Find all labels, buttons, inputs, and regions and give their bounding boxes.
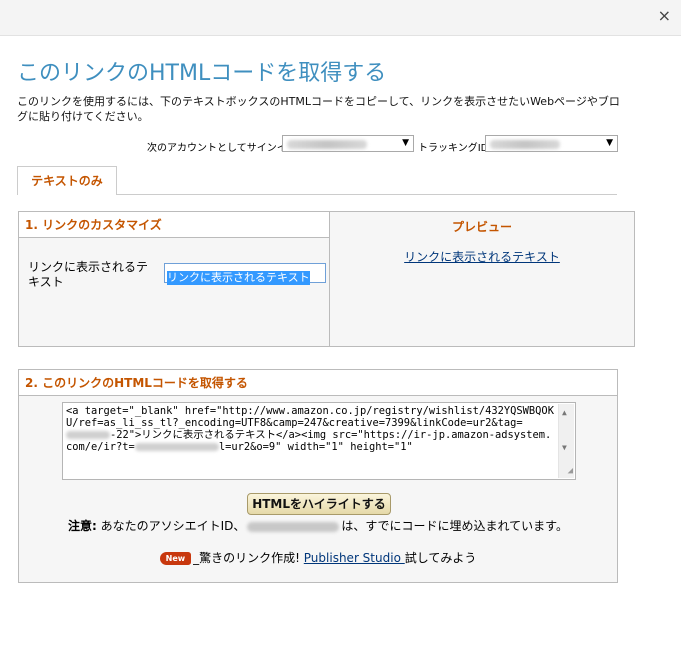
tab-text-only[interactable]: テキストのみ	[17, 166, 117, 195]
tag-redacted	[134, 443, 219, 451]
signin-label: 次のアカウントとしてサインイン	[147, 143, 297, 154]
preview-heading: プレビュー	[451, 220, 512, 234]
tracking-value-redacted	[490, 140, 560, 149]
publisher-studio-link[interactable]: Publisher Studio	[304, 551, 405, 565]
close-icon[interactable]: ×	[658, 7, 671, 25]
tracking-id-select[interactable]: ▼	[485, 135, 618, 152]
promo-lead: _驚きのリンク作成!	[193, 551, 304, 565]
link-text-label: リンクに表示されるテキスト	[28, 260, 149, 289]
account-row: 次のアカウントとしてサインイン ▼ トラッキングID ▼	[0, 134, 681, 156]
customize-panel: 1. リンクのカスタマイズ リンクに表示されるテキスト リンクに表示されるテキス…	[18, 211, 330, 347]
resize-grip-icon[interactable]: ◢	[568, 465, 573, 477]
preview-link[interactable]: リンクに表示されるテキスト	[330, 248, 634, 265]
promo-line: New _驚きのリンク作成! Publisher Studio 試してみよう	[19, 549, 617, 566]
new-badge: New	[159, 552, 192, 565]
associate-id-redacted	[247, 521, 340, 532]
tag-redacted	[66, 431, 110, 439]
intro-text: このリンクを使用するには、下のテキストボックスのHTMLコードをコピーして、リン…	[17, 95, 620, 123]
link-text-value: リンクに表示されるテキスト	[167, 271, 310, 285]
promo-tail: 試してみよう	[404, 551, 477, 565]
associate-id-note: 注意: あなたのアソシエイトID、 は、すでにコードに埋め込まれています。	[19, 517, 617, 534]
dialog-titlebar: ×	[0, 0, 681, 36]
customize-heading: 1. リンクのカスタマイズ	[19, 212, 329, 238]
code-panel: 2. このリンクのHTMLコードを取得する <a target="_blank"…	[18, 369, 618, 583]
chevron-down-icon: ▼	[402, 138, 409, 148]
code-part-1: <a target="_blank" href="http://www.amaz…	[66, 405, 554, 429]
highlight-html-button[interactable]: HTMLをハイライトする	[247, 493, 391, 515]
tab-divider	[117, 194, 617, 195]
account-value-redacted	[287, 140, 367, 149]
html-code-textarea[interactable]: <a target="_blank" href="http://www.amaz…	[62, 402, 576, 480]
link-text-input[interactable]: リンクに表示されるテキスト	[164, 263, 326, 285]
account-select[interactable]: ▼	[282, 135, 414, 152]
tracking-label: トラッキングID	[418, 143, 489, 154]
code-part-3: l=ur2&o=9" width="1" height="1"	[218, 441, 413, 453]
scroll-down-icon[interactable]: ▼	[562, 442, 567, 454]
note-text-before: あなたのアソシエイトID、	[96, 519, 246, 533]
scroll-up-icon[interactable]: ▲	[562, 407, 567, 419]
chevron-down-icon: ▼	[606, 138, 613, 148]
code-heading: 2. このリンクのHTMLコードを取得する	[19, 370, 617, 396]
note-text-after: は、すでにコードに埋め込まれています。	[341, 519, 568, 533]
note-label: 注意:	[68, 519, 97, 533]
preview-panel: プレビュー リンクに表示されるテキスト	[329, 211, 635, 347]
page-title: このリンクのHTMLコードを取得する	[17, 61, 387, 86]
